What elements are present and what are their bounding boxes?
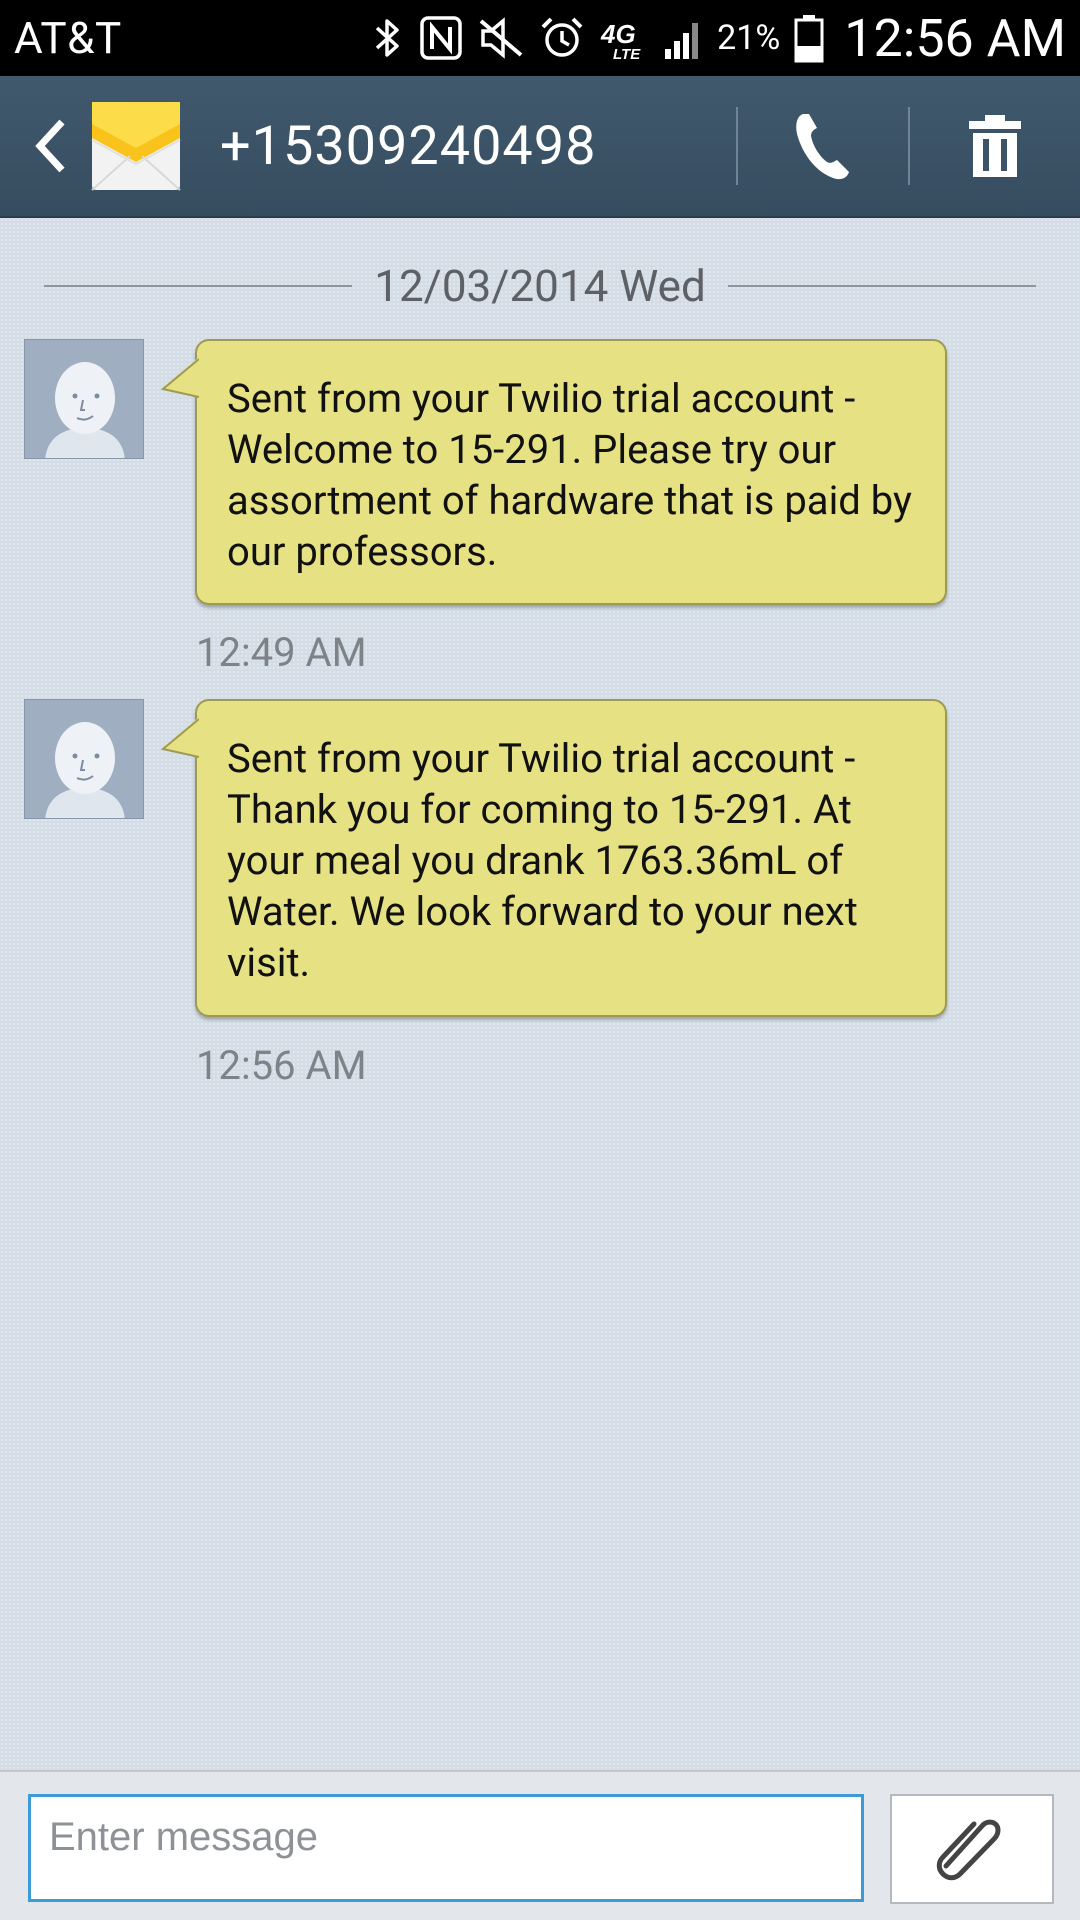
message-timestamp: 12:56 AM [196, 1042, 367, 1089]
message-bubble[interactable]: Sent from your Twilio trial account - Th… [161, 699, 947, 1017]
svg-text:4G: 4G [600, 19, 636, 49]
battery-icon [794, 13, 824, 63]
date-separator: 12/03/2014 Wed [44, 258, 1037, 314]
carrier-name: AT&T [14, 12, 122, 64]
conversation-area[interactable]: 12/03/2014 Wed Sent from your Twilio tri… [0, 218, 1080, 1770]
nfc-icon [419, 15, 463, 61]
divider-line [44, 285, 353, 287]
message-timestamp: 12:49 AM [196, 629, 367, 676]
default-avatar-icon [25, 700, 143, 818]
message-text: Sent from your Twilio trial account - Th… [227, 735, 858, 986]
status-time: 12:56 AM [844, 7, 1066, 69]
status-bar: AT&T 4G LTE 21% 12:56 AM [0, 0, 1080, 76]
alarm-icon [539, 15, 585, 61]
paperclip-icon [936, 1819, 1001, 1881]
date-label: 12/03/2014 Wed [374, 260, 706, 312]
avatar[interactable] [24, 699, 144, 819]
bluetooth-icon [371, 15, 405, 61]
bubble-tail [161, 717, 199, 758]
attach-button[interactable] [890, 1794, 1054, 1904]
message-bubble[interactable]: Sent from your Twilio trial account - We… [161, 339, 947, 605]
default-avatar-icon [25, 340, 143, 458]
signal-icon [663, 15, 703, 61]
composer-bar [0, 1770, 1080, 1920]
message-input[interactable] [28, 1794, 864, 1902]
avatar[interactable] [24, 339, 144, 459]
conversation-header: +15309240498 [0, 76, 1080, 218]
contact-number: +15309240498 [220, 114, 597, 178]
4g-lte-icon: 4G LTE [599, 15, 649, 61]
svg-text:LTE: LTE [613, 46, 641, 61]
mute-icon [477, 15, 525, 61]
call-button[interactable] [738, 75, 908, 217]
battery-percent: 21% [717, 18, 781, 58]
divider-line [727, 285, 1037, 287]
phone-icon [796, 114, 849, 180]
bubble-tail [161, 357, 199, 398]
message-text: Sent from your Twilio trial account - We… [227, 375, 912, 575]
envelope-icon [90, 100, 182, 192]
back-button[interactable] [10, 75, 90, 217]
delete-button[interactable] [910, 75, 1080, 217]
back-icon [35, 119, 65, 173]
status-icons: 4G LTE 21% 12:56 AM [371, 8, 1066, 69]
trash-icon [969, 115, 1021, 177]
